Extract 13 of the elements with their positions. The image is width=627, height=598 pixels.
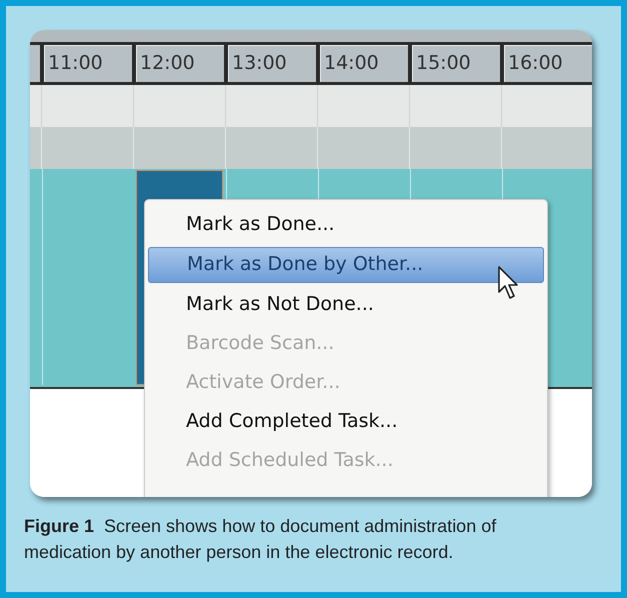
time-column-header: 14:00 xyxy=(320,45,408,82)
time-column-header: 16:00 xyxy=(504,45,592,82)
pointer-cursor-icon xyxy=(498,266,520,300)
column-header xyxy=(30,45,40,82)
time-column-header: 15:00 xyxy=(412,45,500,82)
menu-item[interactable]: Mark as Done... xyxy=(148,206,544,245)
menu-item[interactable]: Add Completed Task... xyxy=(148,403,544,442)
menu-item[interactable]: Mark as Not Done... xyxy=(148,286,544,325)
time-column-header: 12:00 xyxy=(136,45,224,82)
menu-item[interactable]: Mark as Done by Other... xyxy=(148,247,544,283)
time-column-header: 11:00 xyxy=(44,45,132,82)
figure-caption: Figure 1 Screen shows how to document administration of medication by another person in the electronic record. xyxy=(24,515,498,564)
time-column-header: 13:00 xyxy=(228,45,316,82)
